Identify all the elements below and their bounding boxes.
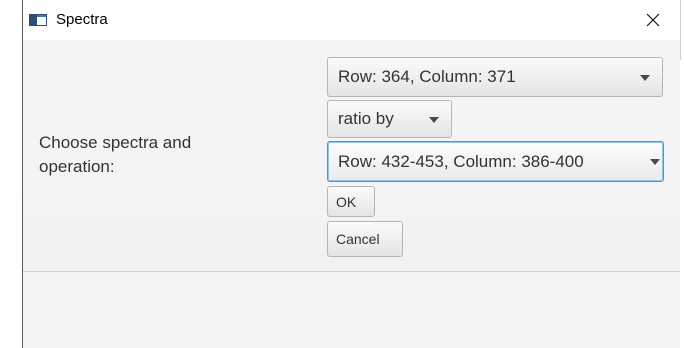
window-right-edge [680,0,684,60]
title-bar[interactable]: Spectra [23,0,680,40]
first-spectrum-dropdown[interactable]: Row: 364, Column: 371 [327,57,663,97]
operation-value: ratio by [338,109,394,128]
operation-dropdown[interactable]: ratio by [327,100,452,138]
second-spectrum-value: Row: 432-453, Column: 386-400 [338,151,584,171]
close-button[interactable] [637,6,669,34]
ok-button-label: OK [336,193,357,210]
dialog-footer-area [23,272,680,348]
cancel-button[interactable]: Cancel [327,221,403,257]
app-window-icon [29,14,47,26]
close-icon [646,13,660,27]
first-spectrum-value: Row: 364, Column: 371 [338,67,516,86]
chevron-down-icon [640,75,650,81]
ok-button[interactable]: OK [327,186,375,217]
second-spectrum-dropdown[interactable]: Row: 432-453, Column: 386-400 [327,141,664,182]
prompt-label: Choose spectra and operation: [39,133,192,176]
chevron-down-icon [650,159,660,165]
window-title: Spectra [56,11,108,28]
chevron-down-icon [429,117,439,123]
cancel-button-label: Cancel [336,231,380,247]
spectra-dialog-window: Spectra Choose spectra and operation: Ro… [0,0,684,348]
